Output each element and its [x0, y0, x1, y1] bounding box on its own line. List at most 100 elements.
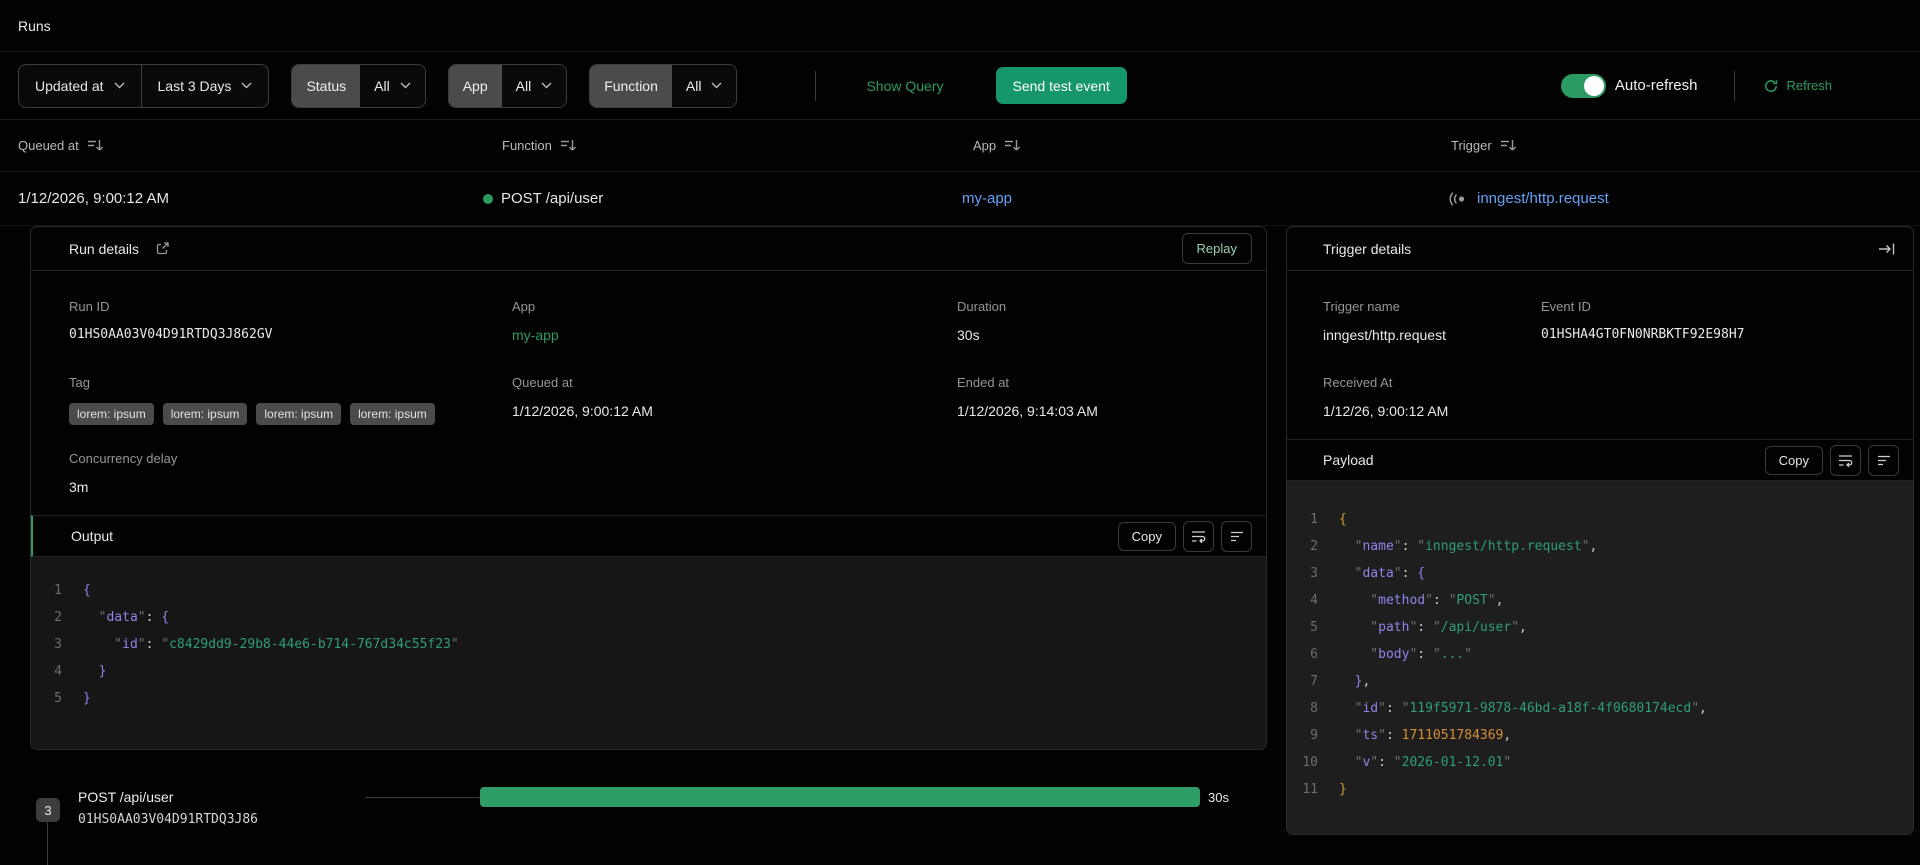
payload-code-block[interactable]: 1{2 "name": "inngest/http.request", 3 "da… [1287, 481, 1913, 834]
payload-section-header: Payload Copy [1287, 439, 1913, 481]
step-run-id: 01HS0AA03V04D91RTDQ3J86 [78, 812, 259, 827]
table-row[interactable]: 1/12/2026, 9:00:12 AM POST /api/user my-… [0, 172, 1920, 226]
page-title: Runs [18, 17, 51, 34]
output-title: Output [71, 528, 114, 544]
function-filter-label: Function [590, 64, 672, 107]
tag-pill: lorem: ipsum [162, 403, 248, 425]
code-text: "id": "c8429dd9-29b8-44e6-b714-767d34c55… [83, 637, 459, 652]
title-bar: Runs [0, 0, 1920, 52]
line-number: 9 [1310, 728, 1318, 743]
line-number: 2 [1310, 539, 1318, 554]
payload-copy-button[interactable]: Copy [1764, 445, 1823, 475]
run-details-panel: Run details Replay Run ID 01HS0AA03V04D9… [30, 226, 1267, 750]
cell-app: my-app [962, 190, 1446, 207]
trigger-details-panel: Trigger details Trigger name inngest/htt… [1286, 226, 1914, 835]
replay-button[interactable]: Replay [1181, 233, 1252, 264]
code-text: } [83, 691, 91, 706]
chevron-down-icon [114, 82, 124, 89]
line-number: 3 [1310, 566, 1318, 581]
webhook-icon [1449, 191, 1465, 206]
function-value: All [685, 77, 702, 94]
function-dropdown[interactable]: All [671, 64, 737, 107]
output-code-block[interactable]: 1{2 "data": {3 "id": "c8429dd9-29b8-44e6… [31, 557, 1266, 749]
column-label: Queued at [18, 138, 79, 153]
sort-function-button[interactable] [560, 138, 577, 153]
align-left-button[interactable] [1221, 520, 1252, 552]
timeline-step[interactable]: POST /api/user 01HS0AA03V04D91RTDQ3J86 [78, 789, 258, 827]
time-filter-group: Updated at Last 3 Days [18, 63, 270, 108]
refresh-label: Refresh [1786, 78, 1832, 93]
column-label: Function [502, 138, 552, 153]
run-details-fields: Run ID 01HS0AA03V04D91RTDQ3J862GV App my… [31, 271, 1266, 515]
timeline-duration-label: 30s [1208, 790, 1229, 805]
code-text: "name": "inngest/http.request", [1339, 539, 1598, 554]
show-query-button[interactable]: Show Query [866, 78, 943, 94]
auto-refresh-toggle[interactable] [1560, 73, 1606, 98]
time-range-dropdown[interactable]: Last 3 Days [140, 64, 269, 107]
payload-align-left-button[interactable] [1868, 444, 1899, 476]
trigger-link[interactable]: inngest/http.request [1477, 190, 1609, 207]
app-link[interactable]: my-app [962, 190, 1012, 207]
collapse-panel-button[interactable] [1874, 238, 1899, 260]
field-label: Tag [69, 375, 90, 390]
app-dropdown[interactable]: All [501, 64, 567, 107]
tag-pills: lorem: ipsum lorem: ipsum lorem: ipsum lore… [69, 403, 512, 425]
app-value: All [515, 77, 532, 94]
timeline-duration-bar[interactable] [480, 787, 1200, 807]
field-run-id: Run ID 01HS0AA03V04D91RTDQ3J862GV [69, 299, 512, 363]
sort-icon [87, 140, 103, 151]
code-text: } [83, 664, 107, 679]
code-line: 11} [1287, 776, 1913, 803]
function-filter-group: Function All [589, 63, 738, 108]
sort-app-button[interactable] [1004, 138, 1021, 153]
status-dropdown[interactable]: All [360, 64, 425, 107]
field-duration: Duration 30s [957, 299, 1266, 363]
external-link-icon [156, 242, 169, 255]
refresh-button[interactable]: Refresh [1764, 78, 1832, 93]
field-label: Received At [1323, 375, 1393, 390]
line-number: 8 [1310, 701, 1318, 716]
step-name: POST /api/user [78, 789, 174, 805]
code-line: 2 "name": "inngest/http.request", [1287, 533, 1913, 560]
timeline-connector-line [365, 797, 480, 798]
output-section-header: Output Copy [31, 515, 1266, 557]
filter-divider [815, 70, 817, 101]
sort-trigger-button[interactable] [1500, 138, 1517, 153]
line-number: 6 [1310, 647, 1318, 662]
code-text: { [1339, 512, 1347, 527]
code-text: "ts": 1711051784369, [1339, 728, 1512, 743]
app-filter-group: App All [447, 63, 568, 108]
tag-pill: lorem: ipsum [256, 403, 342, 425]
sort-field-value: Updated at [35, 77, 104, 94]
line-number: 1 [54, 583, 62, 598]
trigger-details-header: Trigger details [1287, 227, 1913, 271]
trigger-details-title: Trigger details [1323, 240, 1412, 257]
code-text: "path": "/api/user", [1339, 620, 1527, 635]
wrap-text-icon [1192, 530, 1206, 543]
send-test-event-button[interactable]: Send test event [995, 67, 1127, 104]
open-run-button[interactable] [151, 237, 174, 260]
column-label: Trigger [1451, 138, 1492, 153]
code-text: "body": "..." [1339, 647, 1473, 662]
field-label: App [512, 299, 536, 314]
payload-wrap-text-button[interactable] [1830, 444, 1861, 476]
field-received-at: Received At 1/12/26, 9:00:12 AM [1323, 375, 1541, 439]
refresh-divider [1734, 70, 1736, 101]
code-line: 5 "path": "/api/user", [1287, 614, 1913, 641]
output-copy-button[interactable]: Copy [1117, 521, 1176, 551]
align-left-icon [1877, 455, 1890, 465]
duration-value: 30s [957, 327, 980, 343]
wrap-text-button[interactable] [1183, 520, 1214, 552]
sort-field-dropdown[interactable]: Updated at [19, 65, 140, 107]
field-concurrency-delay: Concurrency delay 3m [69, 451, 512, 515]
sort-queued-at-button[interactable] [87, 138, 104, 153]
field-ended-at: Ended at 1/12/2026, 9:14:03 AM [957, 375, 1266, 439]
chevron-down-icon [541, 82, 552, 89]
field-label: Run ID [69, 299, 110, 314]
status-dot [483, 193, 493, 204]
code-line: 9 "ts": 1711051784369, [1287, 722, 1913, 749]
app-link-value[interactable]: my-app [512, 327, 957, 343]
tag-pill: lorem: ipsum [69, 403, 154, 425]
field-label: Trigger name [1323, 299, 1400, 314]
code-text: "data": { [1339, 566, 1426, 581]
